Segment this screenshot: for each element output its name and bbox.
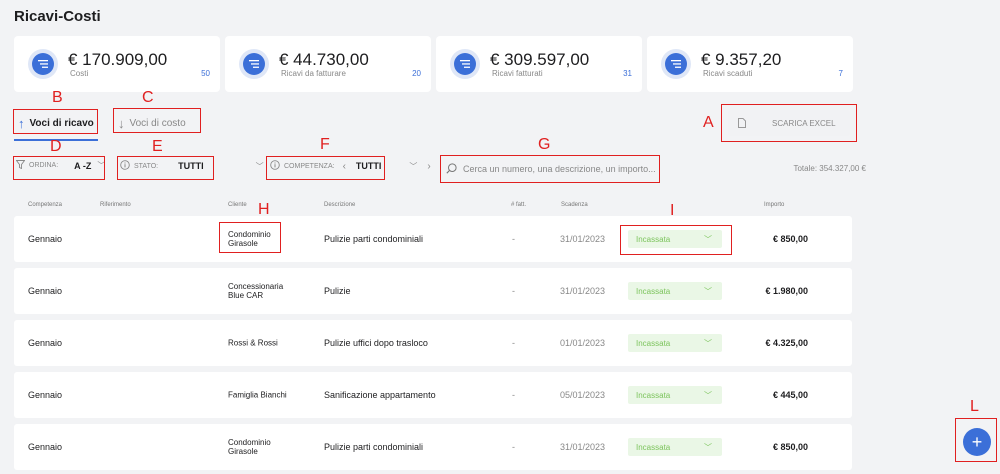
annotation-box-h [219,222,281,253]
column-header-competenza[interactable]: Competenza [28,202,62,208]
status-label: Incassata [636,338,671,348]
status-label: Incassata [636,390,671,400]
row-scadenza: 31/01/2023 [560,442,606,452]
row-importo: € 445,00 [772,390,808,400]
chevron-down-icon: ﹀ [704,442,712,452]
row-importo: € 850,00 [772,234,808,244]
annotation-letter-h: H [258,201,270,218]
annotation-box-l [955,418,997,462]
annotation-letter-d: D [50,138,62,155]
status-label: Incassata [636,286,671,296]
row-descrizione: Pulizie parti condominiali [324,442,424,452]
row-scadenza: 31/01/2023 [560,234,606,244]
list-icon [450,49,480,79]
row-nfatt: - [512,338,515,348]
annotation-box-b [13,109,98,134]
row-descrizione: Pulizie parti condominiali [324,234,424,244]
row-scadenza: 01/01/2023 [560,338,606,348]
summary-card-ricavi-da-fatturare[interactable]: € 44.730,00 Ricavi da fatturare 20 [225,36,431,92]
table-row[interactable]: Gennaio Famiglia Bianchi Sanificazione a… [14,372,852,418]
row-nfatt: - [512,234,515,244]
row-cliente: Concessionaria Blue CAR [228,282,284,300]
annotation-box-f [266,156,385,180]
card-amount: € 44.730,00 [279,50,369,69]
table-row[interactable]: Gennaio Rossi & Rossi Pulizie uffici dop… [14,320,852,366]
card-amount: € 170.909,00 [68,50,168,69]
annotation-letter-e: E [152,138,163,155]
row-nfatt: - [512,286,515,296]
status-dropdown[interactable]: Incassata ﹀ [628,386,722,404]
row-cliente: Famiglia Bianchi [228,390,287,400]
card-label: Ricavi da fatturare [281,69,346,78]
card-amount: € 309.597,00 [490,50,590,69]
annotation-letter-f: F [320,136,330,153]
card-label: Costi [70,69,89,78]
row-importo: € 1.980,00 [765,286,808,296]
row-importo: € 850,00 [772,442,808,452]
annotation-letter-l: L [970,398,979,415]
card-count: 7 [838,69,843,78]
row-importo: € 4.325,00 [765,338,808,348]
annotation-box-c [113,108,201,133]
table-row[interactable]: Gennaio Condominio Girasole Pulizie part… [14,424,852,470]
column-header-descrizione[interactable]: Descrizione [324,202,355,208]
row-competenza: Gennaio [28,234,63,244]
status-label: Incassata [636,442,671,452]
page-title: Ricavi-Costi [14,8,101,25]
annotation-letter-c: C [142,89,154,106]
row-competenza: Gennaio [28,442,63,452]
row-competenza: Gennaio [28,338,63,348]
annotation-letter-i: I [670,202,675,219]
status-dropdown[interactable]: Incassata ﹀ [628,438,722,456]
column-header-nfatt[interactable]: # fatt. [511,202,526,208]
row-scadenza: 31/01/2023 [560,286,606,296]
annotation-letter-g: G [538,136,551,153]
chevron-down-icon: ﹀ [704,338,712,348]
row-descrizione: Pulizie uffici dopo trasloco [324,338,428,348]
card-amount: € 9.357,20 [701,50,782,69]
list-icon [28,49,58,79]
card-label: Ricavi scaduti [703,69,753,78]
totale-text: Totale: 354.327,00 € [793,164,866,173]
row-descrizione: Sanificazione appartamento [324,390,436,400]
column-header-cliente[interactable]: Cliente [228,202,247,208]
row-descrizione: Pulizie [324,286,351,296]
row-nfatt: - [512,390,515,400]
column-header-importo[interactable]: Importo [764,202,784,208]
chevron-down-icon: ﹀ [704,286,712,296]
chevron-down-icon: ﹀ [255,161,264,171]
annotation-box-d [13,156,105,180]
summary-card-costi[interactable]: € 170.909,00 Costi 50 [14,36,220,92]
column-header-scadenza[interactable]: Scadenza [561,202,588,208]
chevron-down-icon: ﹀ [409,161,418,171]
annotation-box-g [440,155,660,183]
card-count: 31 [623,69,632,78]
annotation-box-e [117,156,214,180]
annotation-letter-a: A [703,114,714,131]
annotation-box-i [620,225,732,255]
row-cliente: Condominio Girasole [228,438,271,456]
card-count: 20 [412,69,421,78]
chevron-right-icon[interactable]: › [427,161,430,172]
table-row[interactable]: Gennaio Concessionaria Blue CAR Pulizie … [14,268,852,314]
row-competenza: Gennaio [28,286,63,296]
list-icon [239,49,269,79]
chevron-down-icon: ﹀ [704,390,712,400]
summary-card-ricavi-fatturati[interactable]: € 309.597,00 Ricavi fatturati 31 [436,36,642,92]
annotation-box-a [721,104,857,142]
list-icon [661,49,691,79]
status-dropdown[interactable]: Incassata ﹀ [628,282,722,300]
row-competenza: Gennaio [28,390,63,400]
card-label: Ricavi fatturati [492,69,543,78]
row-nfatt: - [512,442,515,452]
card-count: 50 [201,69,210,78]
row-scadenza: 05/01/2023 [560,390,606,400]
status-dropdown[interactable]: Incassata ﹀ [628,334,722,352]
summary-card-ricavi-scaduti[interactable]: € 9.357,20 Ricavi scaduti 7 [647,36,853,92]
annotation-letter-b: B [52,89,63,106]
row-cliente: Rossi & Rossi [228,338,278,348]
column-header-riferimento[interactable]: Riferimento [100,202,131,208]
